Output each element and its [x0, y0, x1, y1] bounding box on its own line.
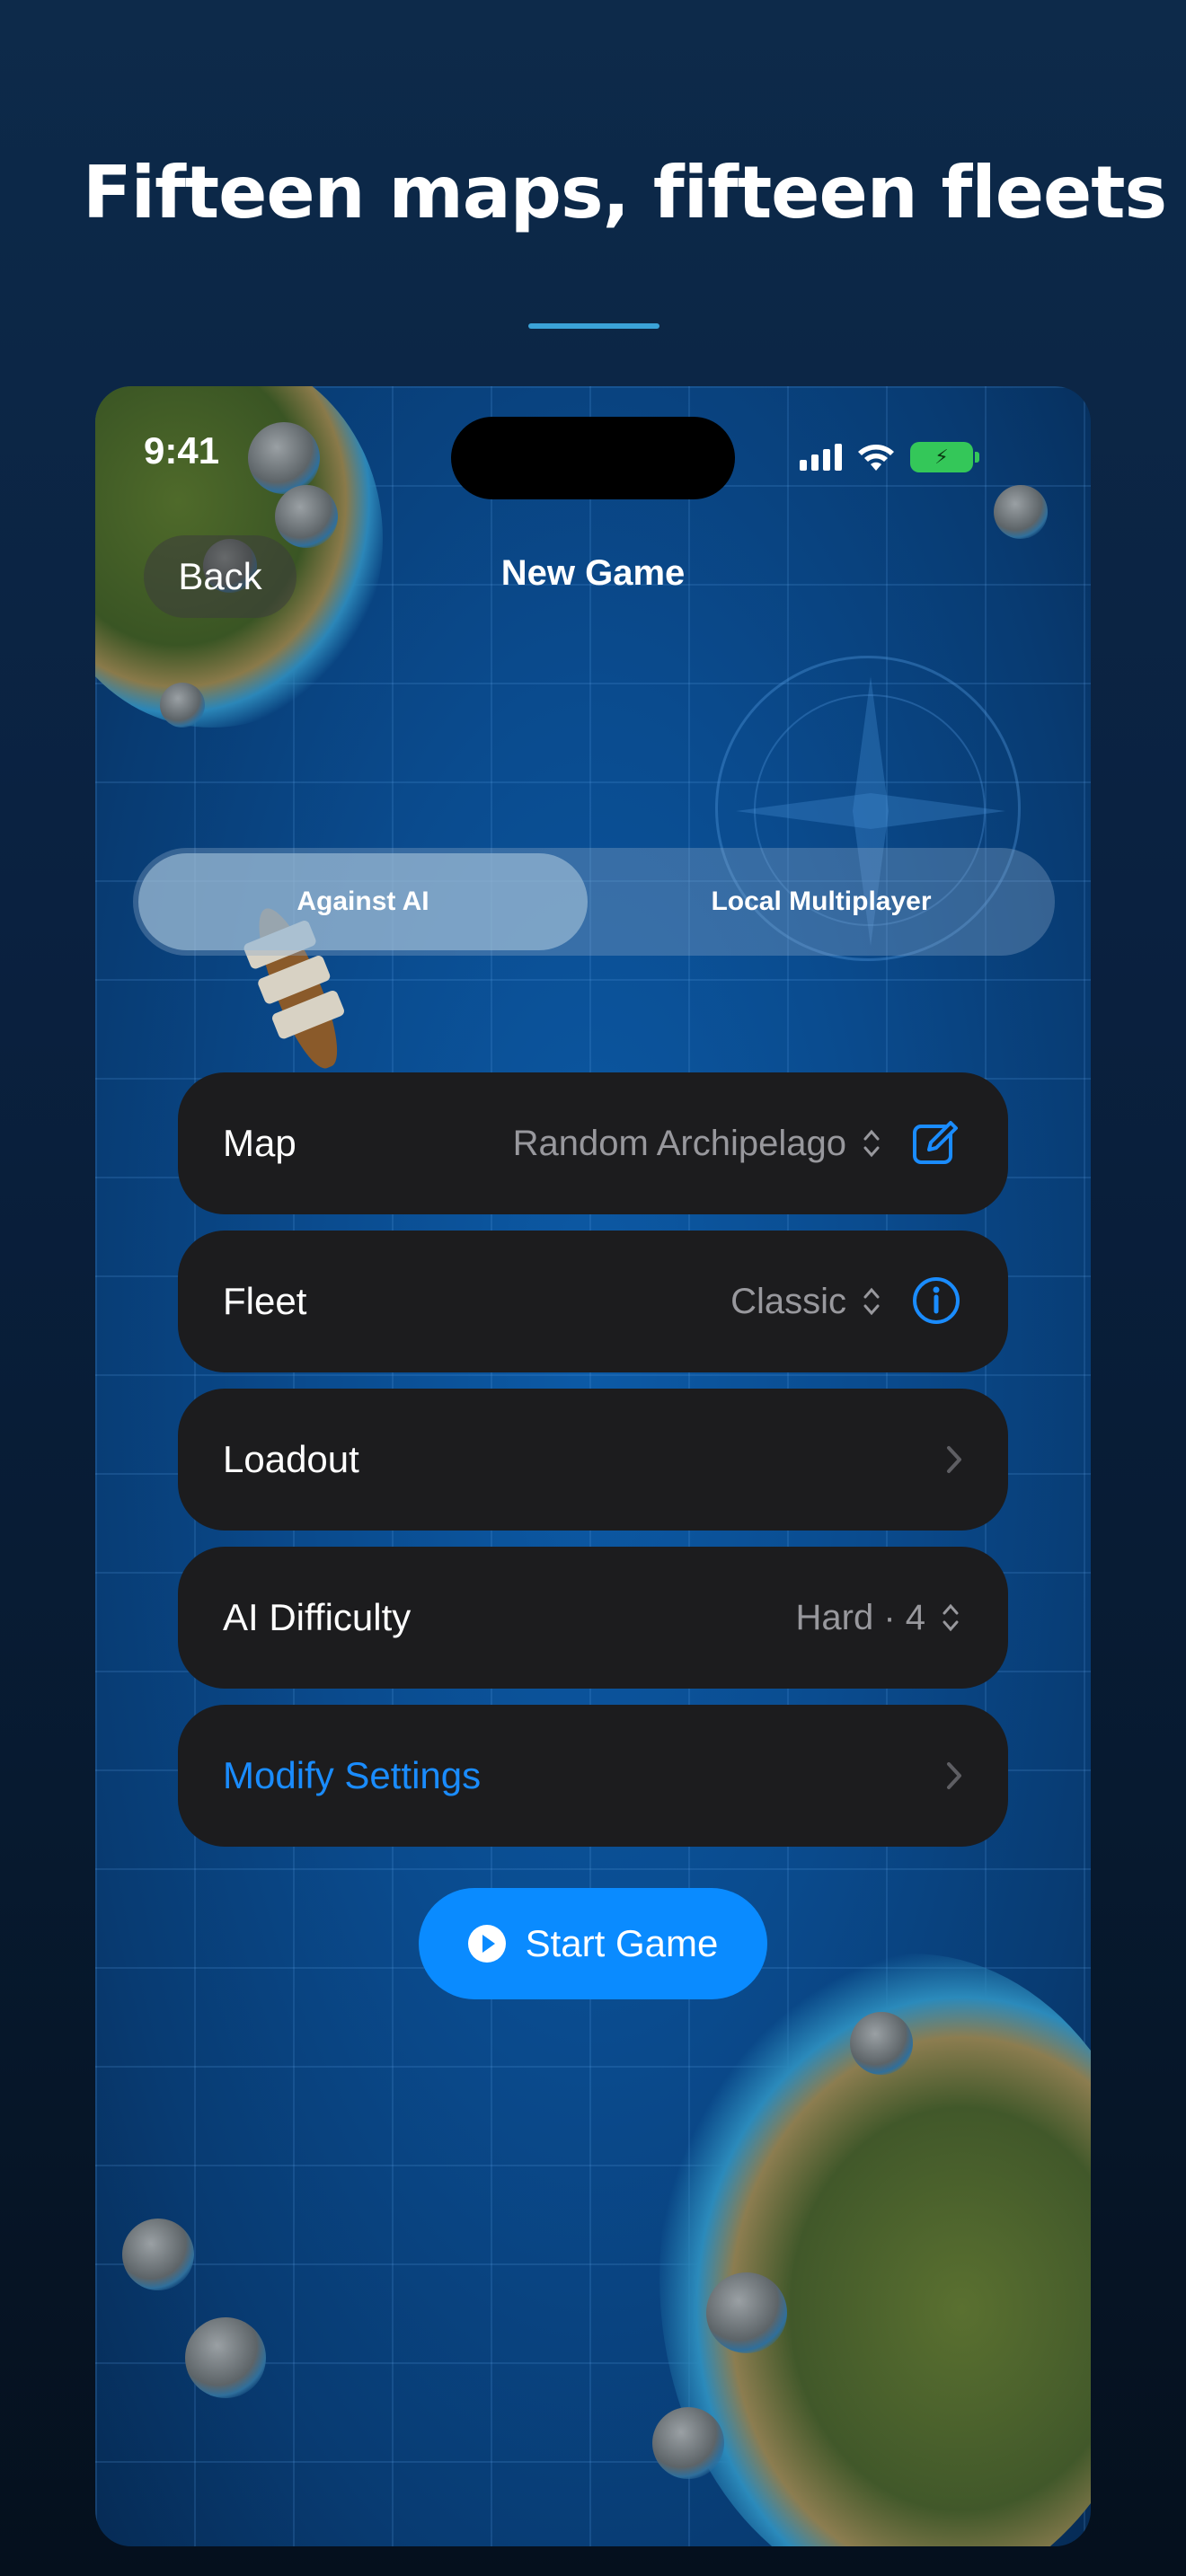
segment-against-ai[interactable]: Against AI	[138, 853, 588, 950]
info-icon[interactable]	[911, 1275, 961, 1326]
chevron-up-down-icon	[863, 1129, 880, 1158]
rock	[994, 485, 1048, 539]
rock	[850, 2012, 913, 2075]
mode-segmented-control: Against AI Local Multiplayer	[133, 848, 1055, 956]
ai-difficulty-value[interactable]: Hard · 4	[796, 1547, 926, 1689]
fleet-label: Fleet	[223, 1280, 307, 1322]
fleet-value[interactable]: Classic	[730, 1231, 846, 1372]
start-game-button[interactable]: Start Game	[419, 1888, 767, 1999]
chevron-up-down-icon	[863, 1287, 880, 1316]
map-row[interactable]: Map Random Archipelago	[178, 1072, 1008, 1214]
dynamic-island	[451, 417, 735, 499]
battery-icon: ⚡	[910, 442, 979, 472]
rock	[185, 2317, 266, 2398]
chevron-right-icon	[947, 1762, 961, 1789]
modify-settings-label: Modify Settings	[223, 1754, 482, 1796]
wifi-icon	[858, 445, 894, 471]
rock	[160, 683, 205, 728]
play-icon	[467, 1925, 506, 1963]
chevron-up-down-icon	[943, 1603, 959, 1632]
rock	[275, 485, 338, 548]
loadout-row[interactable]: Loadout	[178, 1389, 1008, 1531]
ai-difficulty-label: AI Difficulty	[223, 1596, 412, 1638]
map-value[interactable]: Random Archipelago	[513, 1072, 846, 1214]
rock	[248, 422, 320, 494]
modify-settings-row[interactable]: Modify Settings	[178, 1705, 1008, 1847]
ai-difficulty-row[interactable]: AI Difficulty Hard · 4	[178, 1547, 1008, 1689]
start-game-label: Start Game	[525, 1922, 719, 1964]
rock	[706, 2272, 787, 2353]
fleet-row[interactable]: Fleet Classic	[178, 1231, 1008, 1372]
map-label: Map	[223, 1122, 296, 1164]
cellular-signal-icon	[800, 444, 842, 471]
chevron-right-icon	[947, 1446, 961, 1473]
headline: Fifteen maps, fifteen fleets	[83, 151, 1167, 234]
rock	[122, 2219, 194, 2290]
headline-divider	[528, 323, 659, 329]
rock	[652, 2407, 724, 2479]
loadout-label: Loadout	[223, 1438, 359, 1480]
segment-local-multiplayer[interactable]: Local Multiplayer	[593, 853, 1049, 950]
status-time: 9:41	[144, 429, 220, 472]
nav-title: New Game	[500, 553, 686, 593]
status-icons: ⚡	[800, 442, 979, 472]
edit-icon[interactable]	[911, 1117, 961, 1168]
